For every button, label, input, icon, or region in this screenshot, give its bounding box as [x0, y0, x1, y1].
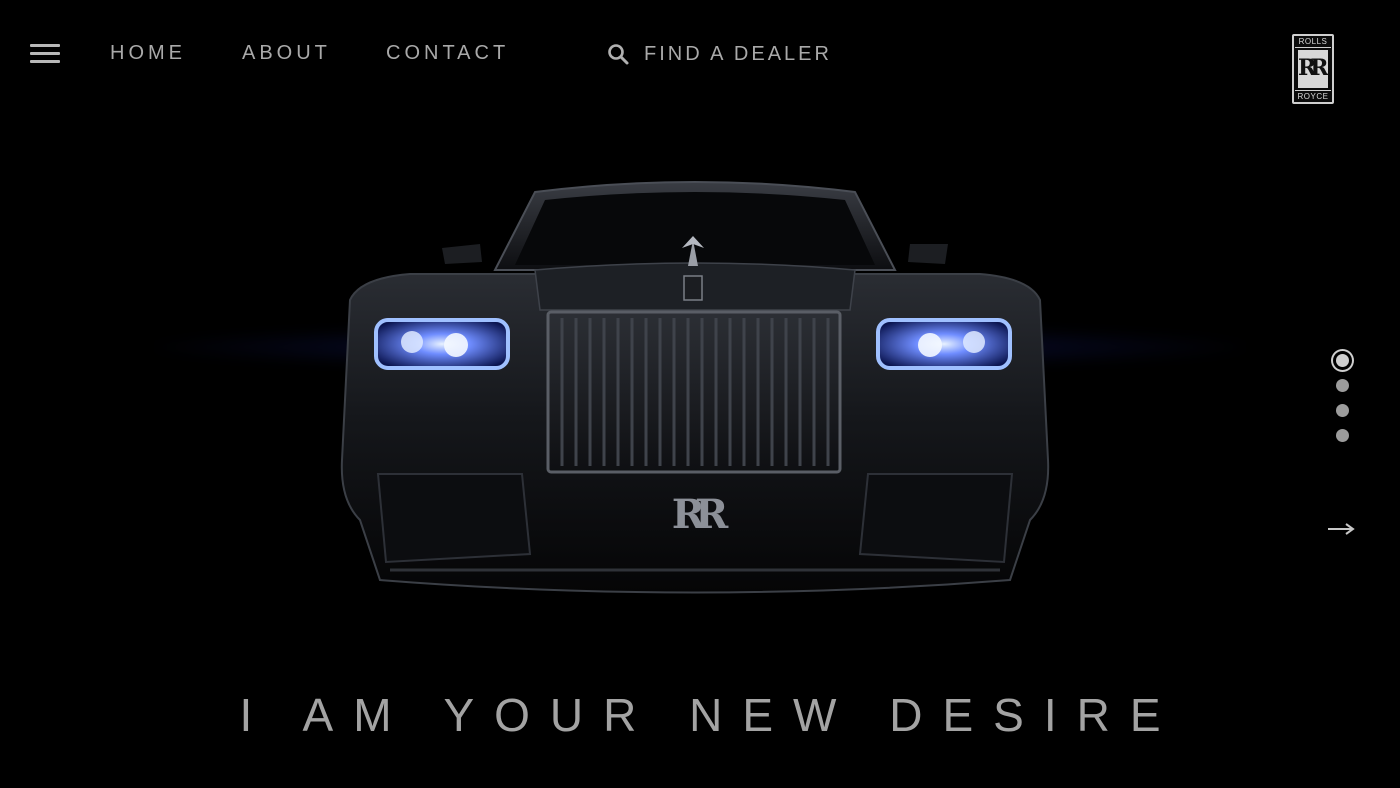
arrow-right-icon[interactable] — [1326, 518, 1356, 540]
logo-top-text: ROLLS — [1295, 36, 1331, 48]
hero-car-image: RR — [340, 181, 1050, 594]
rolls-royce-logo[interactable]: ROLLS RR ROYCE — [1292, 34, 1334, 104]
carousel-indicators — [1330, 348, 1356, 448]
carousel-dot-2[interactable] — [1336, 379, 1349, 392]
hero-headline: I AM YOUR NEW DESIRE — [239, 689, 1181, 741]
carousel-dot-3[interactable] — [1336, 404, 1349, 417]
find-dealer-search[interactable]: FIND A DEALER — [606, 40, 832, 68]
logo-bottom-text: ROYCE — [1295, 90, 1331, 102]
nav-link-home[interactable]: HOME — [110, 42, 186, 65]
hero-section: RR HOME ABOUT CONTACT FIND A DEALER ROLL… — [0, 0, 1400, 788]
logo-monogram: RR — [1298, 50, 1329, 88]
carousel-dot-4[interactable] — [1336, 429, 1349, 442]
search-icon — [608, 44, 629, 65]
nav-link-about[interactable]: ABOUT — [242, 42, 331, 65]
top-navigation: HOME ABOUT CONTACT FIND A DEALER ROLLS R… — [0, 0, 1400, 110]
find-dealer-label: FIND A DEALER — [644, 42, 832, 65]
nav-link-contact[interactable]: CONTACT — [386, 42, 509, 65]
hamburger-menu-icon[interactable] — [30, 44, 60, 64]
carousel-dot-1[interactable] — [1336, 354, 1349, 367]
